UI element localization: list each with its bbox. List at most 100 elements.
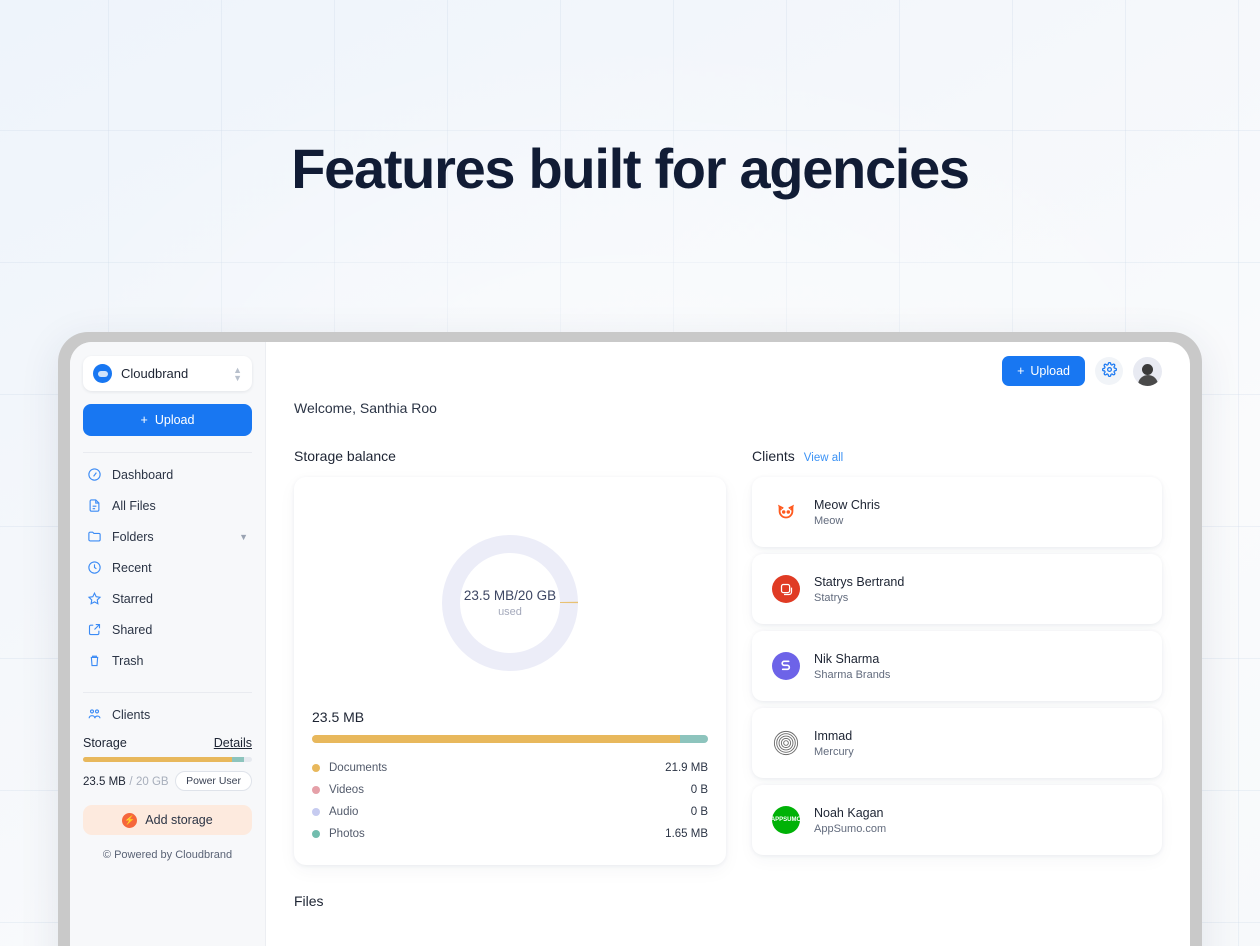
chevron-down-icon[interactable]: ▼ (239, 532, 248, 542)
view-all-link[interactable]: View all (804, 452, 843, 464)
legend-dot-documents (312, 764, 320, 772)
dashboard-icon (87, 467, 102, 482)
sidebar-item-label: All Files (112, 498, 156, 513)
storage-section-label: Storage balance (294, 448, 396, 464)
meow-cat-logo-icon (772, 498, 800, 526)
sidebar-item-shared[interactable]: Shared (83, 614, 252, 645)
plus-icon: + (140, 413, 148, 427)
storage-breakdown-bar (312, 735, 708, 743)
legend-label: Photos (329, 828, 365, 840)
legend-row: Documents 21.9 MB (312, 757, 708, 779)
client-name: Immad (814, 728, 853, 743)
storage-separator: / (129, 776, 133, 788)
legend-label: Videos (329, 784, 364, 796)
appsumo-logo-text: APPSUMO (772, 817, 800, 823)
legend-row: Photos 1.65 MB (312, 823, 708, 845)
sidebar-item-label: Shared (112, 622, 153, 637)
donut-main-value: 23.5 MB/20 GB (463, 588, 557, 603)
sidebar-storage-bar (83, 757, 252, 762)
clock-icon (87, 560, 102, 575)
legend-dot-videos (312, 786, 320, 794)
client-org: Meow (814, 514, 844, 527)
add-storage-button[interactable]: ⚡ Add storage (83, 805, 252, 835)
sidebar-item-label: Recent (112, 560, 152, 575)
legend-value: 0 B (690, 806, 708, 818)
chevron-up-down-icon: ▲ ▼ (233, 364, 242, 383)
donut-sub-label: used (498, 606, 522, 618)
files-section-title: Files (294, 893, 324, 909)
legend-value: 21.9 MB (665, 762, 708, 774)
client-org: Mercury (814, 745, 854, 758)
list-item[interactable]: Statrys Bertrand Statrys (752, 554, 1162, 624)
topbar: + Upload (266, 342, 1190, 400)
add-storage-label: Add storage (145, 813, 213, 827)
main-area: + Upload Welcome, Santhia Roo Storage ba… (266, 342, 1190, 946)
page-title: Features built for agencies (291, 137, 970, 200)
storage-bar-gold (83, 757, 232, 762)
sidebar-item-recent[interactable]: Recent (83, 552, 252, 583)
sidebar-nav: Dashboard All Files Folders ▼ Recent Sta… (83, 459, 252, 676)
clients-column: Clients View all Meow Chris Meow Statrys… (752, 448, 1162, 909)
upload-button[interactable]: + Upload (1002, 356, 1085, 386)
storage-details-link[interactable]: Details (214, 736, 252, 750)
sidebar-item-clients[interactable]: Clients (83, 699, 252, 730)
client-name: Meow Chris (814, 497, 880, 512)
settings-button[interactable] (1095, 357, 1123, 385)
legend-value: 1.65 MB (665, 828, 708, 840)
star-icon (87, 591, 102, 606)
legend-dot-photos (312, 830, 320, 838)
cloud-logo-icon (93, 364, 112, 383)
storage-used-value: 23.5 MB (83, 776, 126, 788)
dashboard-content: Welcome, Santhia Roo Storage balance 23.… (266, 400, 1190, 946)
donut-chart: 23.5 MB/20 GB used (312, 497, 708, 709)
clients-section-title: Clients View all (752, 448, 1162, 464)
divider (83, 692, 252, 693)
file-icon (87, 498, 102, 513)
sidebar-upload-label: Upload (154, 413, 195, 427)
client-org: AppSumo.com (814, 822, 887, 835)
sidebar-item-label: Dashboard (112, 467, 174, 482)
storage-total-label: 23.5 MB (312, 709, 365, 725)
client-name: Noah Kagan (814, 805, 884, 820)
plus-icon: + (1017, 364, 1025, 378)
divider (83, 452, 252, 453)
folder-icon (87, 529, 102, 544)
workspace-switcher[interactable]: Cloudbrand ▲ ▼ (83, 356, 252, 391)
sidebar-item-folders[interactable]: Folders ▼ (83, 521, 252, 552)
sidebar-item-all-files[interactable]: All Files (83, 490, 252, 521)
appsumo-logo-icon: APPSUMO (772, 806, 800, 834)
list-item[interactable]: APPSUMO Noah Kagan AppSumo.com (752, 785, 1162, 855)
sidebar-item-dashboard[interactable]: Dashboard (83, 459, 252, 490)
client-name: Statrys Bertrand (814, 574, 905, 589)
sidebar-footer: © Powered by Cloudbrand (102, 849, 233, 861)
legend-label: Audio (329, 806, 359, 818)
legend-value: 0 B (690, 784, 708, 796)
storage-balance-card: 23.5 MB/20 GB used 23.5 MB Documents 21.… (294, 477, 726, 865)
client-org: Sharma Brands (814, 668, 891, 681)
trash-icon (87, 653, 102, 668)
legend-row: Videos 0 B (312, 779, 708, 801)
donut-center-label: 23.5 MB/20 GB used (442, 535, 578, 671)
storage-title: Storage (83, 736, 127, 750)
list-item[interactable]: Nik Sharma Sharma Brands (752, 631, 1162, 701)
gear-icon (1101, 362, 1117, 380)
avatar[interactable] (1133, 356, 1162, 386)
list-item[interactable]: Immad Mercury (752, 708, 1162, 778)
mercury-logo-icon (772, 729, 800, 757)
sidebar-item-label: Clients (112, 707, 151, 722)
bolt-icon: ⚡ (122, 812, 138, 828)
bar-segment-photos (680, 735, 708, 743)
welcome-message: Welcome, Santhia Roo (294, 400, 437, 416)
client-org: Statrys (814, 591, 849, 604)
sidebar-item-trash[interactable]: Trash (83, 645, 252, 676)
list-item[interactable]: Meow Chris Meow (752, 477, 1162, 547)
app-screen: Cloudbrand ▲ ▼ + Upload Dashboard All Fil… (70, 342, 1190, 946)
sidebar-item-starred[interactable]: Starred (83, 583, 252, 614)
sidebar-upload-button[interactable]: + Upload (83, 404, 252, 436)
storage-bar-teal (231, 757, 244, 762)
legend-label: Documents (329, 762, 388, 774)
upload-label: Upload (1030, 364, 1070, 378)
legend-row: Audio 0 B (312, 801, 708, 823)
storage-column: Storage balance 23.5 MB/20 GB used 23.5 … (294, 448, 726, 909)
user-avatar (1133, 357, 1162, 386)
